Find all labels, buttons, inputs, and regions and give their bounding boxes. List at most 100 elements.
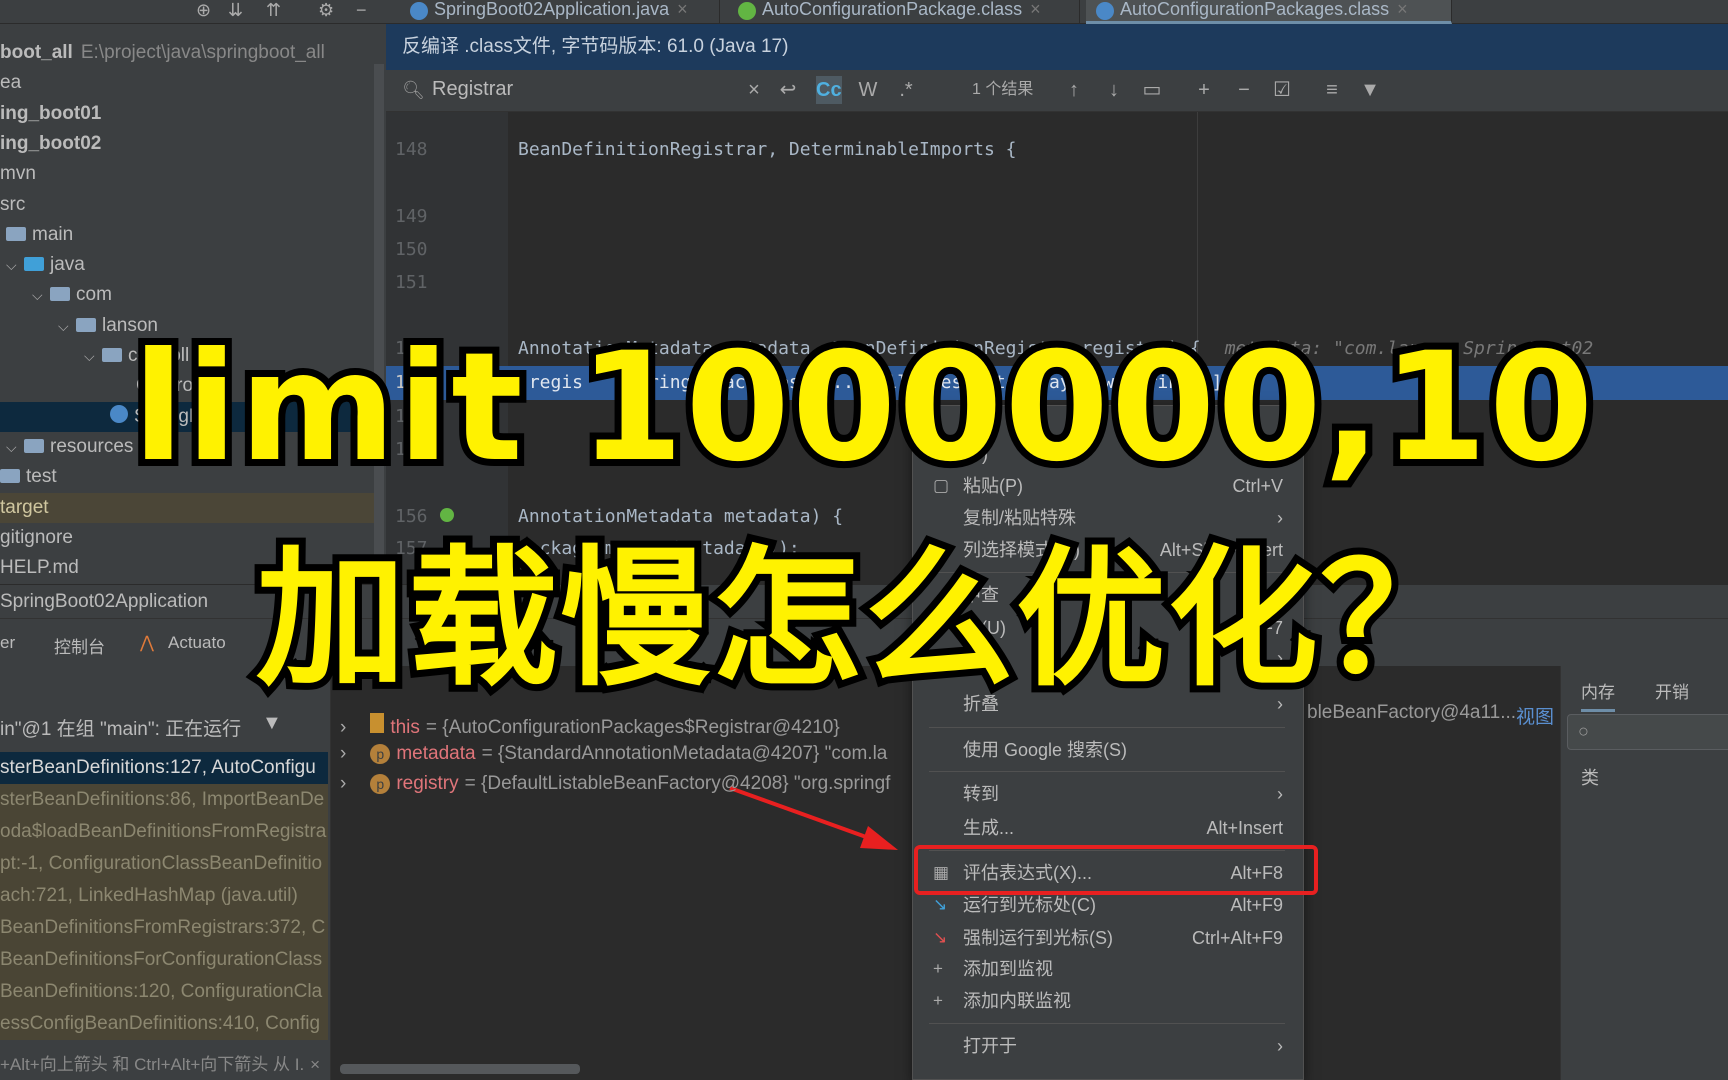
- tree-item[interactable]: ea: [0, 68, 376, 98]
- chevron-right-icon[interactable]: ›: [340, 717, 346, 738]
- close-tab-icon[interactable]: ×: [1030, 0, 1041, 19]
- tree-item-label: src: [0, 193, 26, 215]
- chevron-right-icon[interactable]: ›: [340, 743, 346, 764]
- tree-item[interactable]: mvn: [0, 159, 376, 189]
- chevron-right-icon: ›: [1277, 784, 1283, 804]
- locate-icon[interactable]: ⊕: [196, 0, 211, 21]
- editor-tab[interactable]: SpringBoot02Application.java ×: [400, 0, 720, 24]
- tree-item-label: main: [32, 223, 74, 245]
- close-hint-icon[interactable]: ×: [310, 1055, 320, 1074]
- tree-item[interactable]: ing_boot02: [0, 129, 376, 159]
- find-bar: 🔍︎ Registrar × ↩ Cc W .* 1 个结果 ↑ ↓ ▭ + −…: [386, 70, 1728, 112]
- code-line[interactable]: AnnotationMetadata metadata) {: [518, 506, 843, 527]
- frames-hint: +Alt+向上箭头 和 Ctrl+Alt+向下箭头 从 I.: [0, 1055, 305, 1074]
- remove-occurrence-icon[interactable]: −: [1232, 76, 1256, 104]
- regex-toggle[interactable]: .*: [894, 76, 918, 104]
- thread-selector[interactable]: in"@1 在组 "main": 正在运行: [0, 714, 250, 741]
- select-occurrences-icon[interactable]: ☑: [1270, 76, 1294, 104]
- menu-separator: [929, 771, 1285, 772]
- stack-frame[interactable]: essConfigBeanDefinitions:410, Config: [0, 1008, 328, 1040]
- stack-frame[interactable]: sterBeanDefinitions:86, ImportBeanDe: [0, 784, 328, 816]
- variable-value: = {AutoConfigurationPackages$Registrar@4…: [425, 717, 840, 738]
- memory-search-input[interactable]: ○: [1567, 714, 1728, 750]
- chevron-down-icon[interactable]: ⌵: [6, 250, 24, 280]
- variable-value: = {DefaultListableBeanFactory@4208} "org…: [464, 773, 891, 794]
- chevron-right-icon[interactable]: ›: [340, 773, 346, 794]
- line-number: 149: [395, 206, 428, 227]
- variable-row[interactable]: › this = {AutoConfigurationPackages$Regist…: [340, 713, 840, 739]
- add-occurrence-icon[interactable]: +: [1192, 76, 1216, 104]
- stack-frame[interactable]: BeanDefinitionsFromRegistrars:372, C: [0, 912, 328, 944]
- match-case-toggle[interactable]: Cc: [816, 76, 842, 104]
- tree-item[interactable]: ing_boot01: [0, 99, 376, 129]
- stack-frame[interactable]: BeanDefinitions:120, ConfigurationCla: [0, 976, 328, 1008]
- variables-panel-right: bleBeanFactory@4a11... 视图: [1304, 666, 1560, 1080]
- filter-icon[interactable]: ▼: [262, 712, 282, 735]
- stack-frame[interactable]: ach:721, LinkedHashMap (java.util): [0, 880, 328, 912]
- clear-search-icon[interactable]: ×: [742, 76, 766, 104]
- tree-item[interactable]: ⌵ java: [0, 250, 376, 280]
- menu-item[interactable]: ↘ 强制运行到光标(S) Ctrl+Alt+F9: [913, 923, 1303, 953]
- variable-name: metadata: [396, 743, 476, 764]
- tree-item-label: boot_all: [0, 42, 73, 63]
- tree-item-label: com: [76, 284, 112, 306]
- variable-row[interactable]: › p metadata = {StandardAnnotationMetadata@…: [340, 743, 887, 765]
- editor-tab[interactable]: AutoConfigurationPackage.class ×: [728, 0, 1080, 24]
- parameter-icon: p: [370, 774, 391, 794]
- menu-item-label: 复制/粘贴特殊: [963, 508, 1077, 528]
- memory-panel: 内存 开销 ○ 类: [1560, 666, 1728, 1080]
- filter-icon[interactable]: ▼: [1358, 76, 1382, 104]
- minimize-icon[interactable]: −: [356, 0, 367, 21]
- next-match-icon[interactable]: ↓: [1102, 76, 1126, 104]
- tree-item[interactable]: ⌵ com: [0, 280, 376, 310]
- line-number: 148: [395, 139, 428, 160]
- tree-item[interactable]: main: [0, 220, 376, 250]
- close-tab-icon[interactable]: ×: [1397, 0, 1408, 19]
- field-list-icon: [370, 713, 385, 733]
- chevron-down-icon[interactable]: ⌵: [32, 280, 50, 310]
- chevron-right-icon: ›: [1277, 508, 1283, 528]
- stack-frame[interactable]: BeanDefinitionsForConfigurationClass: [0, 944, 328, 976]
- variable-value: = {StandardAnnotationMetadata@4207} "com…: [481, 743, 888, 764]
- whole-word-toggle[interactable]: W: [856, 76, 880, 104]
- project-path: E:\project\java\springboot_all: [80, 42, 325, 63]
- horizontal-scrollbar[interactable]: [340, 1064, 580, 1074]
- menu-item[interactable]: + 添加内联监视: [913, 986, 1303, 1016]
- context-menu: (C) ▢ 粘贴(P) Ctrl+V 复制/粘贴特殊 › 列选择模式(M) Alt+Shift…: [912, 405, 1304, 1080]
- menu-item[interactable]: 打开于 ›: [913, 1031, 1303, 1061]
- chevron-right-icon: ›: [1277, 1036, 1283, 1056]
- class-icon: [410, 2, 428, 20]
- menu-item[interactable]: + 添加到监视: [913, 954, 1303, 984]
- menu-item[interactable]: 使用 Google 搜索(S): [913, 735, 1303, 765]
- menu-item[interactable]: 复制/粘贴特殊 ›: [913, 503, 1303, 533]
- search-input[interactable]: Registrar: [432, 78, 513, 101]
- stack-frame[interactable]: pt:-1, ConfigurationClassBeanDefinitio: [0, 848, 328, 880]
- parameter-icon: p: [370, 744, 391, 764]
- overlay-title-line1: limit 1000000,10: [126, 314, 1601, 502]
- class-column-header: 类: [1581, 768, 1599, 788]
- force-run-to-cursor-icon: ↘: [933, 928, 948, 947]
- select-all-occurrences-icon[interactable]: ▭: [1140, 76, 1164, 104]
- editor-tab[interactable]: AutoConfigurationPackages.class ×: [1086, 0, 1452, 24]
- gear-icon[interactable]: ⚙: [318, 0, 334, 21]
- menu-item[interactable]: 转到 ›: [913, 779, 1303, 809]
- tree-item-label: java: [50, 254, 85, 276]
- close-tab-icon[interactable]: ×: [677, 0, 688, 19]
- stack-frame[interactable]: sterBeanDefinitions:127, AutoConfigu: [0, 752, 328, 784]
- newline-icon[interactable]: ↩: [776, 76, 800, 104]
- stack-frame[interactable]: oda$loadBeanDefinitionsFromRegistra: [0, 816, 328, 848]
- filter-options-icon[interactable]: ≡: [1320, 76, 1344, 104]
- search-icon: 🔍︎: [402, 80, 425, 100]
- code-text: BeanDefinitionRegistrar, DeterminableImp…: [518, 139, 1017, 160]
- expand-all-icon[interactable]: ⇊: [228, 0, 243, 21]
- menu-item-label: 生成...: [963, 818, 1015, 838]
- tree-item[interactable]: src: [0, 190, 376, 220]
- code-line[interactable]: BeanDefinitionRegistrar, DeterminableImp…: [518, 139, 1017, 160]
- overlay-title-line2: 加载慢怎么优化？: [249, 526, 1477, 714]
- prev-match-icon[interactable]: ↑: [1062, 76, 1086, 104]
- collapse-all-icon[interactable]: ⇈: [266, 0, 281, 21]
- variable-row[interactable]: › p registry = {DefaultListableBeanFactory@…: [340, 773, 890, 795]
- menu-item[interactable]: 生成... Alt+Insert: [913, 813, 1303, 843]
- tree-item[interactable]: boot_all E:\project\java\springboot_all: [0, 38, 376, 68]
- menu-shortcut: Alt+Insert: [1206, 818, 1283, 838]
